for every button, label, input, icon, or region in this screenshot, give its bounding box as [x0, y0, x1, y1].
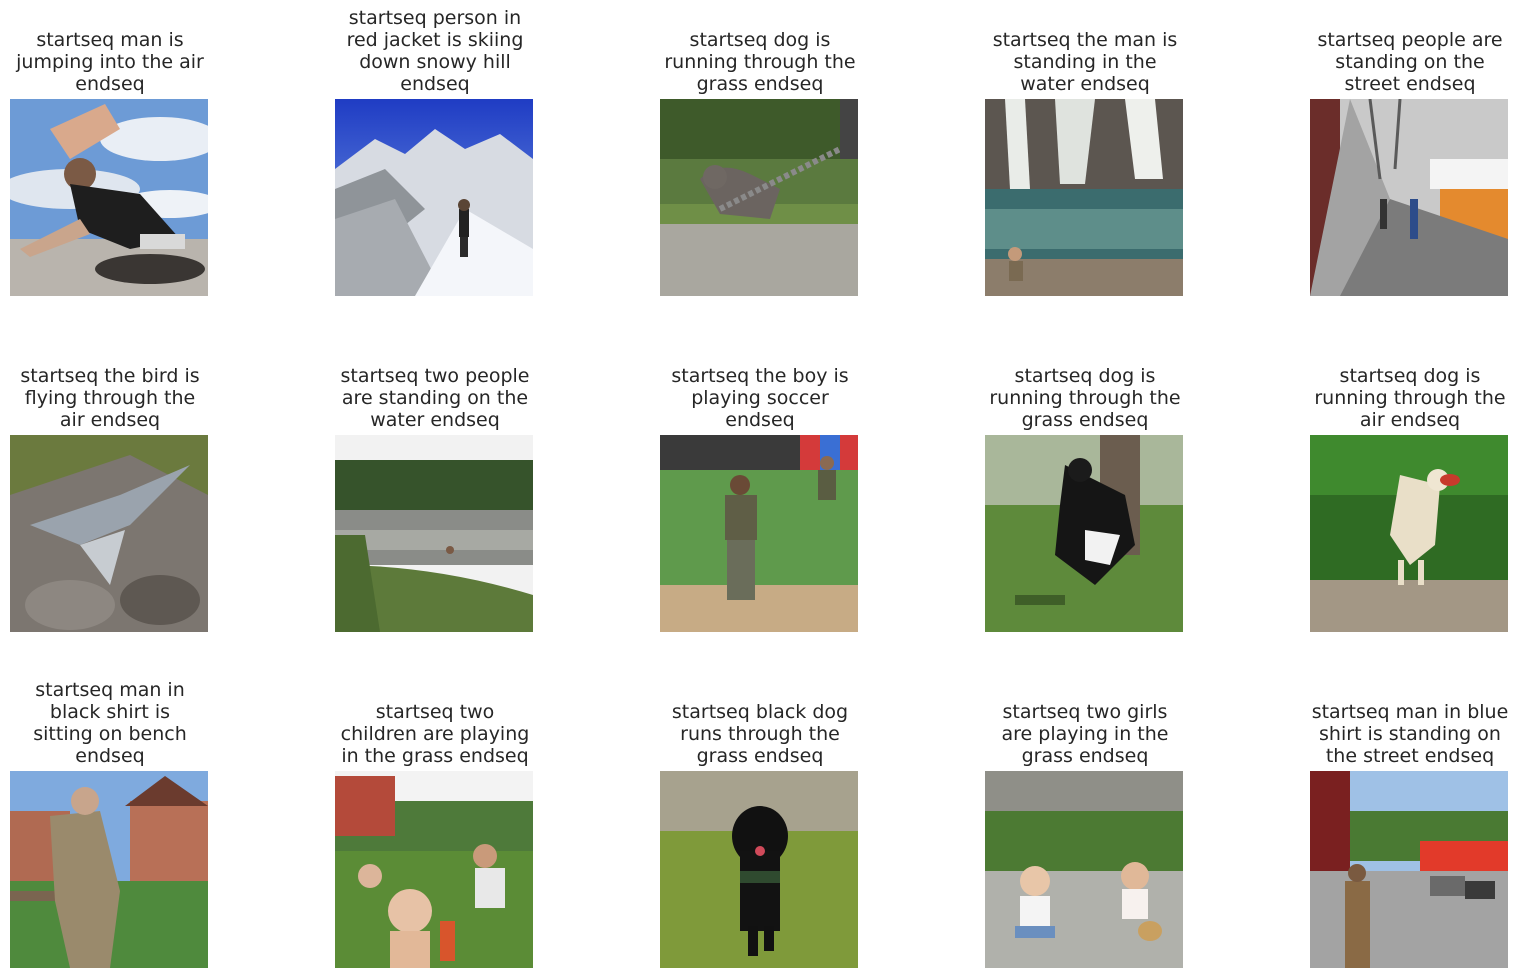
panel-photo — [660, 99, 858, 296]
panel-photo — [985, 99, 1183, 296]
panel-photo — [660, 435, 858, 632]
panel-caption: startseq black dog runs through the gras… — [671, 701, 849, 767]
panel-photo — [985, 771, 1183, 968]
panel-caption: startseq the man is standing in the wate… — [992, 29, 1178, 95]
panel-photo — [10, 771, 208, 968]
panel-photo — [985, 435, 1183, 632]
panel-photo — [1310, 771, 1508, 968]
panel-photo — [1310, 99, 1508, 296]
panel-caption: startseq man in black shirt is sitting o… — [33, 679, 187, 767]
panel-caption: startseq people are standing on the stre… — [1317, 29, 1503, 95]
panel-photo — [335, 771, 533, 968]
panel-caption: startseq man in blue shirt is standing o… — [1311, 701, 1509, 767]
panel-caption: startseq the boy is playing soccer endse… — [671, 365, 849, 431]
panel-photo — [10, 435, 208, 632]
panel-photo — [660, 771, 858, 968]
panel-caption: startseq two people are standing on the … — [340, 365, 530, 431]
panel-photo — [335, 435, 533, 632]
panel-caption: startseq dog is running through the air … — [1314, 365, 1506, 431]
panel-caption: startseq two children are playing in the… — [340, 701, 530, 767]
panel-caption: startseq dog is running through the gras… — [664, 29, 856, 95]
panel-caption: startseq the bird is flying through the … — [20, 365, 200, 431]
panel-caption: startseq dog is running through the gras… — [989, 365, 1181, 431]
panel-caption: startseq man is jumping into the air end… — [16, 29, 204, 95]
panel-photo — [1310, 435, 1508, 632]
panel-photo — [10, 99, 208, 296]
panel-caption: startseq person in red jacket is skiing … — [346, 7, 524, 95]
panel-caption: startseq two girls are playing in the gr… — [1001, 701, 1169, 767]
panel-photo — [335, 99, 533, 296]
